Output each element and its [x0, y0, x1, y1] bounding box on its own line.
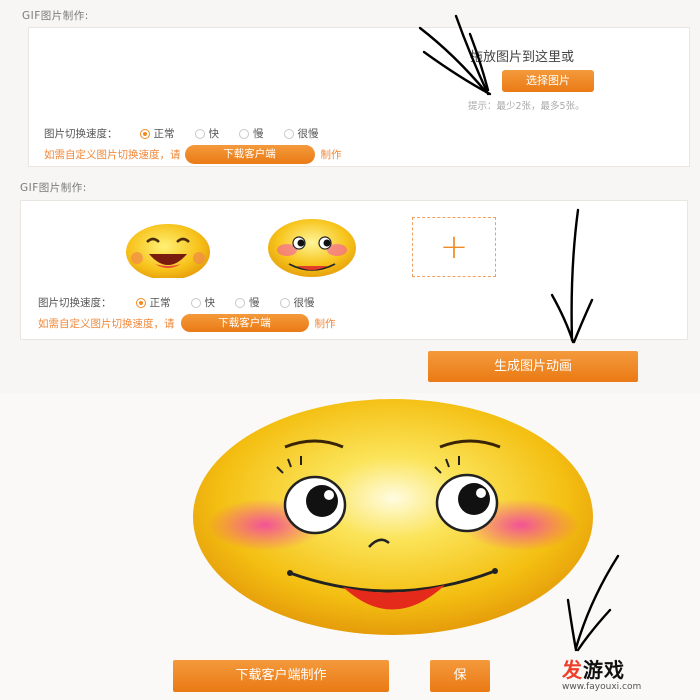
- arrow-down-icon: [418, 14, 492, 96]
- watermark-url: www.fayouxi.com: [562, 682, 642, 692]
- site-watermark: 发游戏 www.fayouxi.com: [540, 650, 700, 700]
- watermark-brand: 发游戏: [562, 658, 625, 682]
- arrow-down-icon: [550, 208, 594, 344]
- annotation-overlay: [418, 14, 620, 652]
- arrow-down-icon: [566, 554, 620, 652]
